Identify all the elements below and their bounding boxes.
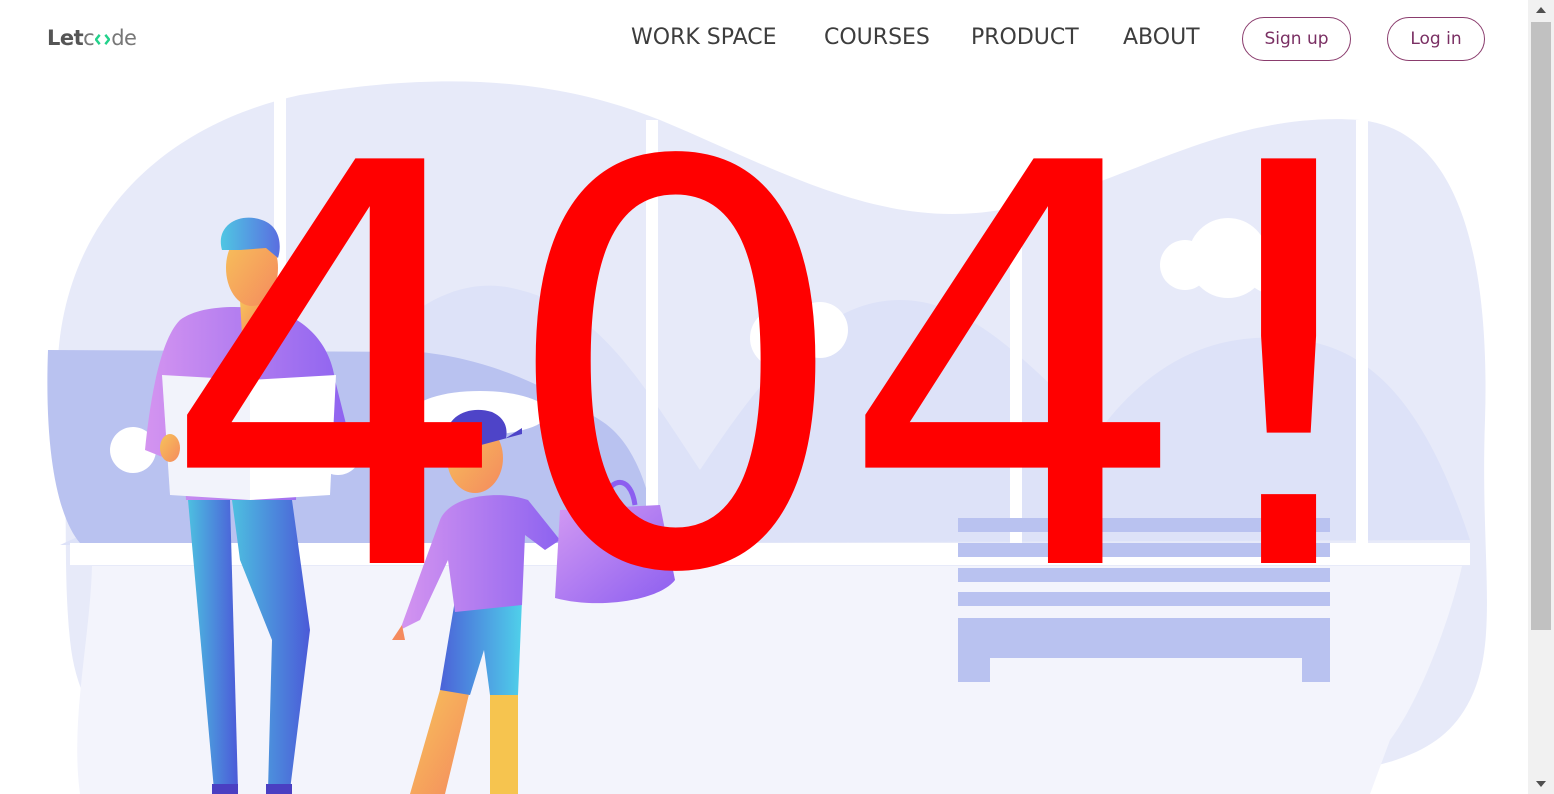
letcode-logo[interactable]: Let c de [47, 26, 137, 50]
error-404-heading: 404! [160, 48, 1400, 694]
triangle-down-icon [1536, 781, 1546, 787]
vertical-scrollbar[interactable] [1528, 0, 1554, 794]
logo-text-suffix: de [111, 26, 137, 50]
scroll-up-button[interactable] [1528, 0, 1554, 20]
triangle-up-icon [1536, 7, 1546, 13]
logo-text-prefix: Let [47, 26, 84, 50]
nav-about[interactable]: ABOUT [1123, 25, 1200, 50]
nav-product[interactable]: PRODUCT [971, 25, 1079, 50]
nav-work-space[interactable]: WORK SPACE [631, 25, 777, 50]
scroll-down-button[interactable] [1528, 774, 1554, 794]
signup-button[interactable]: Sign up [1242, 17, 1351, 61]
page: 404! Let c de WORK SPACE COURSES PRODUCT A… [0, 0, 1528, 794]
login-button[interactable]: Log in [1387, 17, 1485, 61]
scrollbar-thumb[interactable] [1531, 22, 1551, 630]
nav-courses[interactable]: COURSES [824, 25, 930, 50]
top-navbar: Let c de WORK SPACE COURSES PRODUCT ABOUT … [0, 0, 1528, 78]
code-brackets-icon [95, 33, 111, 45]
